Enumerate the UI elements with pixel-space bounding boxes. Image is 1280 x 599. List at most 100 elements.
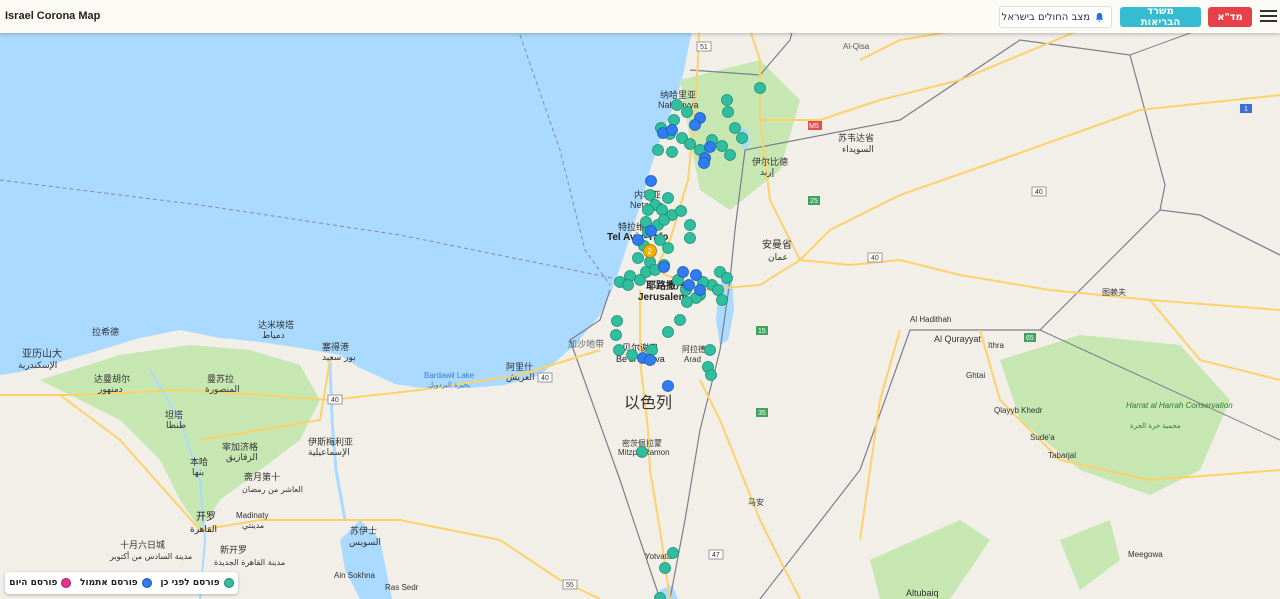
case-marker[interactable]	[646, 344, 658, 356]
label-ain-sokhna: Ain Sokhna	[334, 571, 375, 580]
case-marker[interactable]	[626, 349, 638, 361]
label-madinaty-ar: مدينتي	[242, 521, 264, 530]
case-marker[interactable]	[656, 204, 668, 216]
label-mafraq-cn: 马安	[748, 497, 764, 507]
case-marker[interactable]	[721, 94, 733, 106]
patients-status-button[interactable]: מצב החולים בישראל	[999, 6, 1112, 28]
case-marker[interactable]	[705, 369, 717, 381]
label-alexandria-cn: 亚历山大	[22, 347, 62, 360]
label-harrat: Harrat al Harrah Conservation	[1126, 401, 1233, 410]
label-oct6-cn: 十月六日城	[120, 539, 165, 551]
app-title: Israel Corona Map	[5, 10, 101, 22]
case-marker[interactable]	[698, 157, 710, 169]
case-marker[interactable]	[684, 219, 696, 231]
case-marker[interactable]	[694, 284, 706, 296]
case-marker[interactable]	[658, 261, 670, 273]
case-marker[interactable]	[634, 274, 646, 286]
case-marker[interactable]	[636, 446, 648, 458]
case-marker[interactable]	[675, 205, 687, 217]
case-marker[interactable]	[722, 106, 734, 118]
label-mansoura-cn: 曼苏拉	[207, 373, 234, 385]
road-m5: M5	[809, 123, 819, 130]
case-marker[interactable]	[662, 326, 674, 338]
label-mansoura: المنصورة	[205, 385, 240, 395]
case-marker[interactable]	[668, 114, 680, 126]
label-ramadan-cn: 斋月第十	[244, 471, 280, 483]
case-marker[interactable]	[681, 296, 693, 308]
case-marker[interactable]	[622, 279, 634, 291]
label-amman: عمان	[768, 253, 788, 263]
case-marker[interactable]	[729, 122, 741, 134]
label-ras-sedr: Ras Sedr	[385, 583, 419, 592]
status-label: מצב החולים בישראל	[1001, 11, 1090, 23]
case-marker[interactable]	[671, 99, 683, 111]
case-marker[interactable]	[736, 132, 748, 144]
label-qlayyb: Qlayyb Khedr	[994, 406, 1043, 415]
case-marker[interactable]	[666, 146, 678, 158]
case-marker[interactable]	[611, 315, 623, 327]
legend-item-today: פורסם היום	[9, 578, 72, 588]
case-marker[interactable]	[642, 204, 654, 216]
case-marker[interactable]	[659, 562, 671, 574]
case-marker[interactable]	[644, 354, 656, 366]
label-banha: بنها	[192, 468, 204, 478]
case-marker[interactable]	[724, 149, 736, 161]
case-marker[interactable]	[721, 272, 733, 284]
case-marker[interactable]	[652, 144, 664, 156]
map-canvas[interactable]: 以色列 安曼省 عمان 耶路撒冷 Jerusalem 特拉维夫 Tel Avi…	[0, 0, 1280, 599]
case-marker[interactable]	[645, 225, 657, 237]
case-marker[interactable]	[645, 175, 657, 187]
case-marker[interactable]	[690, 269, 702, 281]
case-marker[interactable]	[683, 279, 695, 291]
case-marker[interactable]	[658, 214, 670, 226]
case-marker[interactable]	[613, 344, 625, 356]
case-marker[interactable]	[666, 124, 678, 136]
case-marker[interactable]	[681, 106, 693, 118]
label-cairo-cn: 开罗	[196, 511, 216, 523]
label-zagazig-cn: 宰加济格	[222, 441, 258, 453]
legend-label-today: פורסם היום	[9, 578, 58, 588]
label-arad: Arad	[684, 355, 701, 364]
label-damietta: دمياط	[262, 331, 285, 341]
case-marker[interactable]	[754, 82, 766, 94]
case-marker[interactable]	[684, 138, 696, 150]
case-marker[interactable]	[704, 141, 716, 153]
label-ismailia: الإسماعيلية	[308, 448, 350, 458]
legend-dot-yesterday	[141, 578, 152, 588]
label-new-cairo-cn: 新开罗	[220, 544, 247, 556]
case-marker[interactable]	[716, 140, 728, 152]
case-marker[interactable]	[689, 119, 701, 131]
case-marker[interactable]	[716, 294, 728, 306]
case-marker[interactable]	[662, 192, 674, 204]
mda-button[interactable]: מד"א	[1208, 7, 1252, 27]
label-jerusalem: Jerusalem	[638, 292, 688, 303]
case-marker[interactable]	[662, 380, 674, 392]
road-65: 65	[1026, 335, 1034, 342]
label-damanhur: دمنهور	[97, 385, 123, 395]
case-marker[interactable]	[632, 234, 644, 246]
label-sudea: Sude'a	[1030, 433, 1055, 442]
label-al-hadithah: Al Hadithah	[910, 315, 951, 324]
label-tabarjal: Tabarjal	[1048, 451, 1076, 460]
case-marker[interactable]	[662, 242, 674, 254]
label-zagazig: الزقازيق	[226, 453, 258, 463]
case-marker[interactable]	[644, 189, 656, 201]
label-sweida: السويداء	[842, 145, 874, 155]
label-jordan: 安曼省	[762, 238, 792, 251]
legend-dot-earlier	[223, 578, 234, 588]
cluster-markers[interactable]: 2	[643, 244, 657, 258]
case-marker[interactable]	[674, 314, 686, 326]
case-marker[interactable]	[632, 252, 644, 264]
label-suez: السويس	[349, 538, 381, 548]
case-marker[interactable]	[712, 284, 724, 296]
ministry-of-health-button[interactable]: משרד הבריאות	[1120, 6, 1201, 28]
case-marker[interactable]	[684, 232, 696, 244]
label-irbid-cn: 伊尔比德	[752, 156, 788, 168]
case-marker[interactable]	[677, 266, 689, 278]
menu-icon[interactable]	[1260, 9, 1277, 24]
label-oct6: مدينة السادس من أكتوبر	[109, 551, 192, 561]
case-marker[interactable]	[667, 547, 679, 559]
legend-label-yesterday: פורסם אתמול	[80, 578, 138, 588]
case-marker[interactable]	[704, 344, 716, 356]
case-marker[interactable]	[610, 329, 622, 341]
